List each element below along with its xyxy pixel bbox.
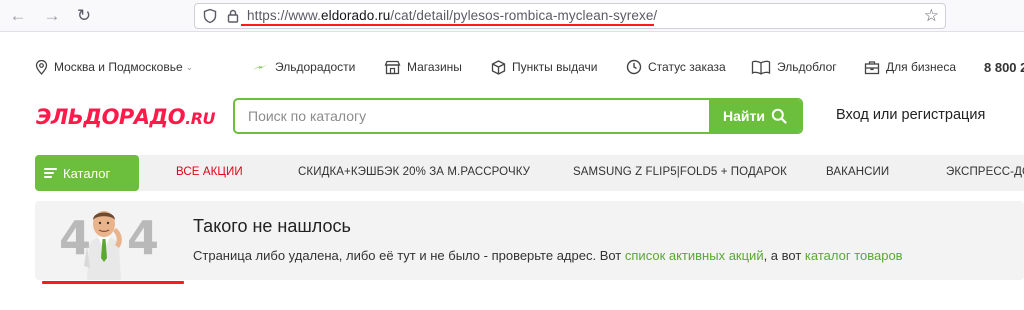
forward-button[interactable]: →	[42, 6, 62, 26]
star-icon[interactable]: ☆	[924, 7, 939, 25]
catalog-button-label: Каталог	[63, 165, 111, 181]
category-link-all-promos[interactable]: Все акции	[176, 166, 243, 178]
not-found-panel	[35, 201, 1024, 280]
topbar-item-eldoradosti[interactable]: Эльдорадости	[251, 58, 355, 76]
annotation-underline-url	[241, 24, 654, 26]
topbar-item-blog[interactable]: Эльдоблог	[751, 58, 837, 76]
not-found-title: Такого не нашлось	[193, 216, 351, 236]
category-link-samsung[interactable]: Samsung Z Flip5|Fold5 + подарок	[573, 166, 787, 178]
topbar-item-pickup-points[interactable]: Пункты выдачи	[491, 58, 597, 76]
back-button[interactable]: ←	[8, 6, 28, 26]
topbar-item-label: Пункты выдачи	[512, 60, 598, 74]
topbar-item-label: Для бизнеса	[886, 60, 957, 74]
search-button-label: Найти	[723, 108, 765, 124]
menu-icon	[44, 166, 57, 180]
url-text[interactable]: https://www.eldorado.ru/cat/detail/pyles…	[247, 8, 657, 23]
logo-text: ЭЛЬДОРАДО.RU	[36, 104, 216, 132]
phone-number[interactable]: 8 800 2	[984, 58, 1024, 76]
reload-icon: ↻	[76, 6, 92, 25]
lock-icon[interactable]	[225, 8, 241, 24]
briefcase-icon	[864, 60, 880, 74]
category-link-express[interactable]: Экспресс-дос	[946, 166, 1024, 178]
topbar-item-stores[interactable]: Магазины	[384, 58, 462, 76]
logo-suffix: .RU	[185, 109, 216, 128]
catalog-button[interactable]: Каталог	[35, 155, 139, 191]
arrow-left-icon: ←	[9, 6, 27, 25]
search-icon	[771, 108, 787, 124]
error-code-right: 4	[127, 211, 162, 265]
topbar-item-business[interactable]: Для бизнеса	[864, 58, 956, 76]
top-info-bar: Москва и Подмосковье ⌄ Эльдорадости Мага…	[0, 50, 1024, 84]
active-promos-link[interactable]: список активных акций	[625, 248, 764, 263]
mascot-illustration	[84, 211, 122, 280]
message-text-middle: , а вот	[763, 248, 805, 263]
url-path: /cat/detail/pylesos-rombica-myclean-syre…	[390, 8, 658, 23]
not-found-message: Страница либо удалена, либо её тут и не …	[193, 248, 903, 263]
topbar-item-label: Статус заказа	[648, 60, 726, 74]
annotation-underline-404	[42, 281, 184, 284]
search-input[interactable]	[235, 100, 709, 132]
url-host: eldorado.ru	[320, 8, 391, 23]
topbar-item-order-status[interactable]: Статус заказа	[626, 58, 726, 76]
topbar-item-label: Эльдоблог	[777, 60, 837, 74]
clock-icon	[626, 59, 642, 75]
logo-main: ЭЛЬДОРАДО	[36, 105, 186, 129]
browser-toolbar: ← → ↻ https://www.eldorado.ru/cat/detail…	[0, 0, 1024, 32]
region-label: Москва и Подмосковье	[54, 60, 183, 74]
category-bar: Каталог Все акции Скидка+кэшбэк 20% за м…	[35, 155, 1024, 191]
topbar-item-label: Магазины	[407, 60, 462, 74]
eldorado-logo[interactable]: ЭЛЬДОРАДО.RU	[36, 104, 216, 132]
box-icon	[491, 59, 506, 75]
book-icon	[751, 60, 771, 75]
location-pin-icon	[35, 59, 48, 75]
search-button[interactable]: Найти	[709, 100, 801, 132]
login-link[interactable]: Вход или регистрация	[836, 107, 985, 123]
url-prefix: https://www.	[247, 8, 321, 23]
message-text-before: Страница либо удалена, либо её тут и не …	[193, 248, 625, 263]
reload-button[interactable]: ↻	[74, 6, 94, 26]
category-link-cashback[interactable]: Скидка+кэшбэк 20% за м.Рассрочку	[298, 166, 530, 178]
chevron-down-icon: ⌄	[185, 61, 194, 72]
search-bar: Найти	[233, 98, 803, 134]
region-selector[interactable]: Москва и Подмосковье ⌄	[35, 58, 193, 76]
category-link-vacancies[interactable]: Вакансии	[826, 166, 889, 178]
catalog-link[interactable]: каталог товаров	[805, 248, 903, 263]
arrow-right-icon: →	[43, 6, 61, 25]
lightning-icon	[252, 64, 268, 70]
topbar-item-label: Эльдорадости	[275, 60, 356, 74]
shield-icon[interactable]	[202, 8, 218, 24]
store-icon	[384, 60, 401, 74]
